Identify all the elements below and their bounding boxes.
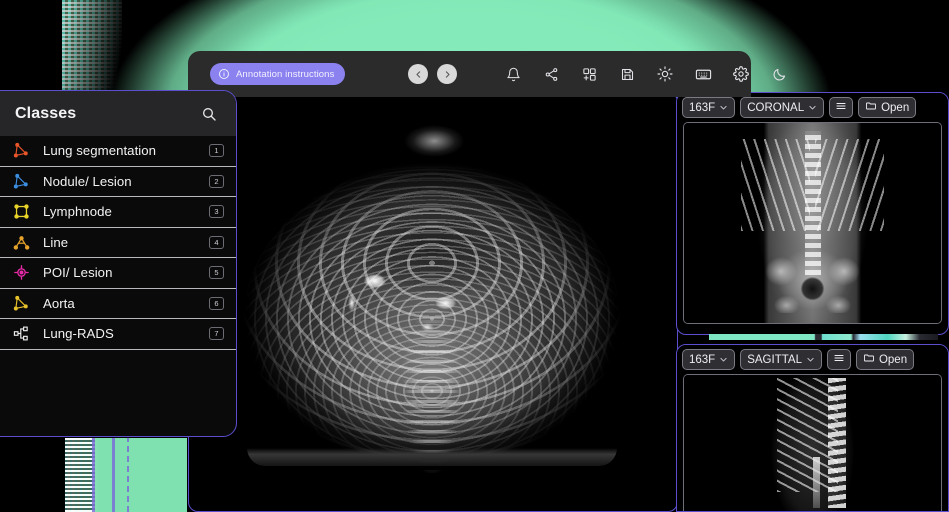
class-row[interactable]: Line 4 [0, 228, 236, 258]
sagittal-plane-select[interactable]: SAGITTAL [740, 349, 822, 370]
chevron-down-icon [806, 355, 815, 364]
axial-spine-overlay [203, 103, 661, 503]
hierarchy-icon [10, 324, 32, 344]
moon-icon[interactable] [770, 65, 788, 83]
sagittal-series-select[interactable]: 163F [682, 349, 736, 370]
sagittal-open-button[interactable]: Open [855, 349, 915, 370]
sagittal-plane-label: SAGITTAL [747, 353, 802, 366]
class-row[interactable]: Lung segmentation 1 [0, 136, 236, 167]
coronal-ribs-left [740, 139, 810, 231]
class-label: POI/ Lesion [43, 265, 113, 281]
coronal-ct-image [684, 123, 941, 323]
sagittal-ct-image [684, 375, 941, 511]
class-row[interactable]: POI/ Lesion 5 [0, 258, 236, 289]
coronal-open-button[interactable]: Open [858, 97, 917, 118]
top-toolbar: Annotation instructions [188, 51, 785, 97]
layout-add-icon[interactable] [580, 65, 598, 83]
scan-progress-strip[interactable] [709, 334, 938, 340]
toolbar-icon-group [504, 65, 788, 83]
chevron-down-icon [719, 103, 728, 112]
sagittal-open-label: Open [878, 353, 908, 366]
class-row[interactable]: Aorta 6 [0, 289, 236, 319]
coronal-menu-button[interactable] [829, 97, 854, 118]
background-accent-line-dashed [127, 438, 129, 512]
brightness-icon[interactable] [656, 65, 674, 83]
sagittal-spine [827, 377, 846, 509]
polyline-icon [10, 232, 32, 252]
search-icon[interactable] [199, 104, 219, 124]
background-accent-line [112, 438, 115, 512]
hamburger-menu-icon [833, 352, 845, 367]
classes-panel-header: Classes [0, 91, 236, 136]
sagittal-viewport[interactable]: 163F SAGITTAL Open [676, 344, 949, 512]
polygon-icon [10, 293, 32, 313]
class-shortcut-badge: 6 [209, 296, 224, 310]
classes-panel-title: Classes [15, 104, 77, 122]
coronal-canvas[interactable] [683, 122, 942, 324]
class-row[interactable]: Lung-RADS 7 [0, 319, 236, 350]
app-stage: Annotation instructions Classes Lung seg… [0, 0, 949, 512]
bell-icon[interactable] [504, 65, 522, 83]
polygon-icon [10, 141, 32, 161]
chevron-left-icon [416, 70, 421, 78]
class-row[interactable]: Nodule/ Lesion 2 [0, 167, 236, 197]
coronal-plane-select[interactable]: CORONAL [740, 97, 825, 118]
background-speckle [65, 438, 95, 512]
next-button[interactable] [437, 64, 458, 84]
class-label: Lung segmentation [43, 143, 157, 159]
bbox-icon [10, 202, 32, 222]
sagittal-series-label: 163F [689, 353, 716, 366]
class-shortcut-badge: 5 [209, 266, 224, 280]
hamburger-menu-icon [835, 100, 847, 115]
save-icon[interactable] [618, 65, 636, 83]
point-icon [10, 263, 32, 283]
sagittal-sternum [812, 456, 821, 509]
background-accent-line [92, 438, 95, 512]
folder-icon [863, 352, 875, 367]
sagittal-menu-button[interactable] [826, 349, 851, 370]
classes-panel: Classes Lung segmentation 1 Nodule/ Lesi… [0, 90, 237, 437]
coronal-series-select[interactable]: 163F [682, 97, 736, 118]
sagittal-canvas[interactable] [683, 374, 942, 511]
class-label: Lymphnode [43, 204, 112, 220]
coronal-plane-label: CORONAL [747, 101, 805, 114]
class-label: Nodule/ Lesion [43, 173, 132, 189]
chevron-down-icon [808, 103, 817, 112]
previous-button[interactable] [408, 64, 429, 84]
class-label: Lung-RADS [43, 326, 114, 342]
coronal-viewport[interactable]: 163F CORONAL Open [676, 92, 949, 335]
coronal-viewport-header: 163F CORONAL Open [677, 93, 948, 122]
polygon-icon [10, 171, 32, 191]
class-label: Line [43, 234, 69, 250]
annotation-instructions-button[interactable]: Annotation instructions [210, 63, 346, 85]
class-shortcut-badge: 2 [209, 174, 224, 188]
class-shortcut-badge: 7 [209, 327, 224, 341]
coronal-ribs-right [815, 139, 885, 231]
coronal-open-label: Open [881, 101, 910, 114]
coronal-pelvis [755, 249, 870, 313]
gear-icon[interactable] [732, 65, 750, 83]
class-shortcut-badge: 4 [209, 235, 224, 249]
class-row[interactable]: Lymphnode 3 [0, 197, 236, 228]
scanner-couch [247, 448, 617, 466]
annotation-instructions-label: Annotation instructions [236, 68, 335, 80]
keyboard-icon[interactable] [694, 65, 712, 83]
share-icon[interactable] [542, 65, 560, 83]
axial-viewport[interactable] [188, 92, 678, 512]
background-glow-bottom [65, 438, 187, 512]
coronal-series-label: 163F [689, 101, 716, 114]
classes-list: Lung segmentation 1 Nodule/ Lesion 2 Lym… [0, 136, 236, 350]
info-circle-icon [218, 68, 230, 80]
sagittal-viewport-header: 163F SAGITTAL Open [677, 345, 948, 374]
class-shortcut-badge: 3 [209, 205, 224, 219]
chevron-down-icon [719, 355, 728, 364]
slice-nav-group [408, 64, 458, 84]
chevron-right-icon [445, 70, 450, 78]
folder-icon [865, 100, 877, 115]
class-shortcut-badge: 1 [209, 144, 224, 158]
class-label: Aorta [43, 295, 75, 311]
